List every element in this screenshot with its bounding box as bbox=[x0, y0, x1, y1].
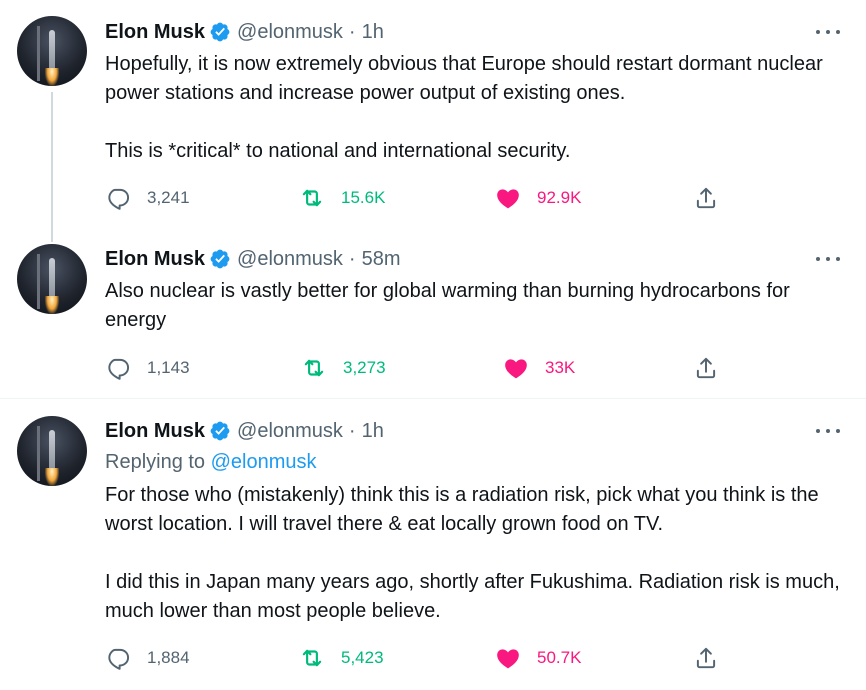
avatar[interactable] bbox=[17, 416, 87, 486]
reply-bubble-icon bbox=[108, 358, 130, 380]
share-upload-icon bbox=[696, 357, 716, 379]
reply-bubble-icon bbox=[108, 648, 130, 670]
reply-button[interactable]: 1,143 bbox=[105, 354, 190, 382]
author-handle[interactable]: @elonmusk bbox=[237, 21, 343, 44]
reply-button[interactable]: 3,241 bbox=[105, 184, 190, 212]
retweet-button[interactable]: 3,273 bbox=[301, 354, 386, 382]
author-name[interactable]: Elon Musk bbox=[105, 21, 205, 44]
author-name[interactable]: Elon Musk bbox=[105, 248, 205, 271]
tweet-time[interactable]: 1h bbox=[362, 21, 384, 44]
like-button[interactable]: 33K bbox=[503, 354, 575, 382]
tweet-paragraph: This is *critical* to national and inter… bbox=[105, 140, 571, 162]
reply-button[interactable]: 1,884 bbox=[105, 644, 190, 672]
tweet-actions: 1,884 5,423 50.7K bbox=[105, 644, 725, 672]
reply-count: 1,143 bbox=[147, 358, 190, 377]
tweet-actions: 3,241 15.6K 92.9K bbox=[105, 184, 725, 212]
tweet-text: Also nuclear is vastly better for global… bbox=[105, 277, 845, 335]
retweet-count: 3,273 bbox=[343, 358, 386, 377]
share-button[interactable] bbox=[693, 644, 719, 672]
avatar[interactable] bbox=[17, 244, 87, 314]
like-count: 33K bbox=[545, 358, 576, 377]
separator-dot: · bbox=[348, 247, 356, 270]
tweet-text: For those who (mistakenly) think this is… bbox=[105, 481, 845, 626]
share-upload-icon bbox=[696, 647, 716, 669]
replying-to: Replying to @elonmusk bbox=[105, 451, 317, 474]
heart-filled-icon bbox=[505, 359, 527, 379]
tweet-paragraph: For those who (mistakenly) think this is… bbox=[105, 484, 819, 535]
share-upload-icon bbox=[696, 187, 716, 209]
share-button[interactable] bbox=[693, 354, 719, 382]
avatar[interactable] bbox=[17, 16, 87, 86]
replying-to-prefix: Replying to bbox=[105, 451, 206, 473]
verified-badge-icon bbox=[210, 249, 230, 269]
heart-filled-icon bbox=[497, 189, 519, 209]
tweet-paragraph: Also nuclear is vastly better for global… bbox=[105, 280, 790, 331]
retweet-arrows-icon bbox=[302, 649, 322, 667]
retweet-button[interactable]: 15.6K bbox=[299, 184, 385, 212]
tweet-1[interactable]: Elon Musk @elonmusk · 1h Hopefully, it i… bbox=[0, 0, 866, 232]
reply-bubble-icon bbox=[108, 188, 130, 210]
reply-count: 3,241 bbox=[147, 188, 190, 207]
tweet-time[interactable]: 58m bbox=[362, 248, 401, 271]
retweet-count: 15.6K bbox=[341, 188, 386, 207]
tweet-actions: 1,143 3,273 33K bbox=[105, 354, 725, 382]
tweet-2[interactable]: Elon Musk @elonmusk · 58m Also nuclear i… bbox=[0, 232, 866, 397]
tweet-paragraph: I did this in Japan many years ago, shor… bbox=[105, 571, 840, 622]
like-button[interactable]: 50.7K bbox=[495, 644, 581, 672]
like-button[interactable]: 92.9K bbox=[495, 184, 581, 212]
like-count: 92.9K bbox=[537, 188, 582, 207]
tweet-header: Elon Musk @elonmusk · 1h bbox=[105, 417, 384, 445]
tweet-3[interactable]: Elon Musk @elonmusk · 1h Replying to @el… bbox=[0, 399, 866, 690]
author-name[interactable]: Elon Musk bbox=[105, 420, 205, 443]
tweet-header: Elon Musk @elonmusk · 1h bbox=[105, 18, 384, 46]
verified-badge-icon bbox=[210, 421, 230, 441]
separator-dot: · bbox=[348, 419, 356, 442]
tweet-time[interactable]: 1h bbox=[362, 420, 384, 443]
tweet-paragraph: Hopefully, it is now extremely obvious t… bbox=[105, 53, 823, 104]
author-handle[interactable]: @elonmusk bbox=[237, 420, 343, 443]
tweet-text: Hopefully, it is now extremely obvious t… bbox=[105, 50, 845, 166]
verified-badge-icon bbox=[210, 22, 230, 42]
tweet-header: Elon Musk @elonmusk · 58m bbox=[105, 245, 401, 273]
replying-to-mention[interactable]: @elonmusk bbox=[211, 451, 317, 473]
retweet-arrows-icon bbox=[302, 189, 322, 207]
more-dots-icon[interactable] bbox=[816, 249, 840, 269]
retweet-count: 5,423 bbox=[341, 648, 384, 667]
more-dots-icon[interactable] bbox=[816, 22, 840, 42]
retweet-arrows-icon bbox=[304, 359, 324, 377]
more-dots-icon[interactable] bbox=[816, 421, 840, 441]
author-handle[interactable]: @elonmusk bbox=[237, 248, 343, 271]
retweet-button[interactable]: 5,423 bbox=[299, 644, 384, 672]
reply-count: 1,884 bbox=[147, 648, 190, 667]
separator-dot: · bbox=[348, 20, 356, 43]
heart-filled-icon bbox=[497, 649, 519, 669]
like-count: 50.7K bbox=[537, 648, 582, 667]
share-button[interactable] bbox=[693, 184, 719, 212]
